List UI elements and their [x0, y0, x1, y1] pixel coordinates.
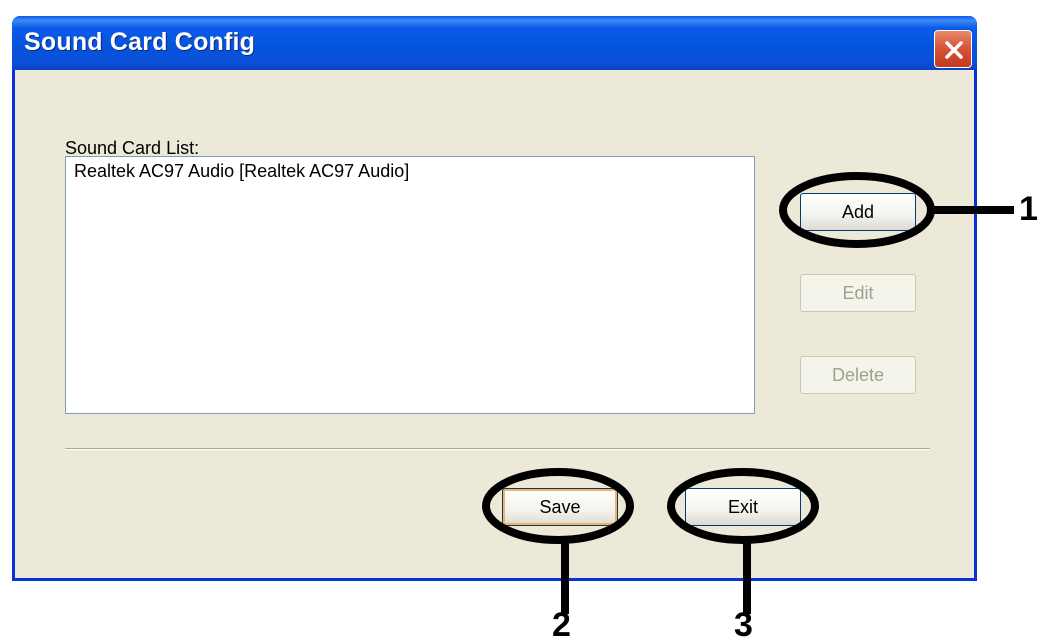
stage: Sound Card Config Sound Card List: Realt…: [0, 0, 1044, 644]
callout-number-2: 2: [552, 606, 571, 644]
window-title: Sound Card Config: [24, 28, 256, 56]
add-button[interactable]: Add: [800, 193, 916, 231]
separator-line: [65, 448, 930, 450]
save-button[interactable]: Save: [502, 488, 618, 526]
title-bar[interactable]: Sound Card Config: [12, 16, 977, 70]
callout-number-3: 3: [734, 606, 753, 644]
close-button[interactable]: [934, 30, 972, 68]
close-icon: [945, 41, 963, 59]
callout-number-1: 1: [1019, 190, 1038, 228]
dialog-client-area: Sound Card List: Realtek AC97 Audio [Rea…: [15, 70, 974, 581]
edit-button[interactable]: Edit: [800, 274, 916, 312]
dialog-window: Sound Card Config Sound Card List: Realt…: [12, 16, 977, 581]
list-item[interactable]: Realtek AC97 Audio [Realtek AC97 Audio]: [74, 161, 409, 182]
delete-button[interactable]: Delete: [800, 356, 916, 394]
exit-button[interactable]: Exit: [685, 488, 801, 526]
sound-card-listbox[interactable]: Realtek AC97 Audio [Realtek AC97 Audio]: [65, 156, 755, 414]
